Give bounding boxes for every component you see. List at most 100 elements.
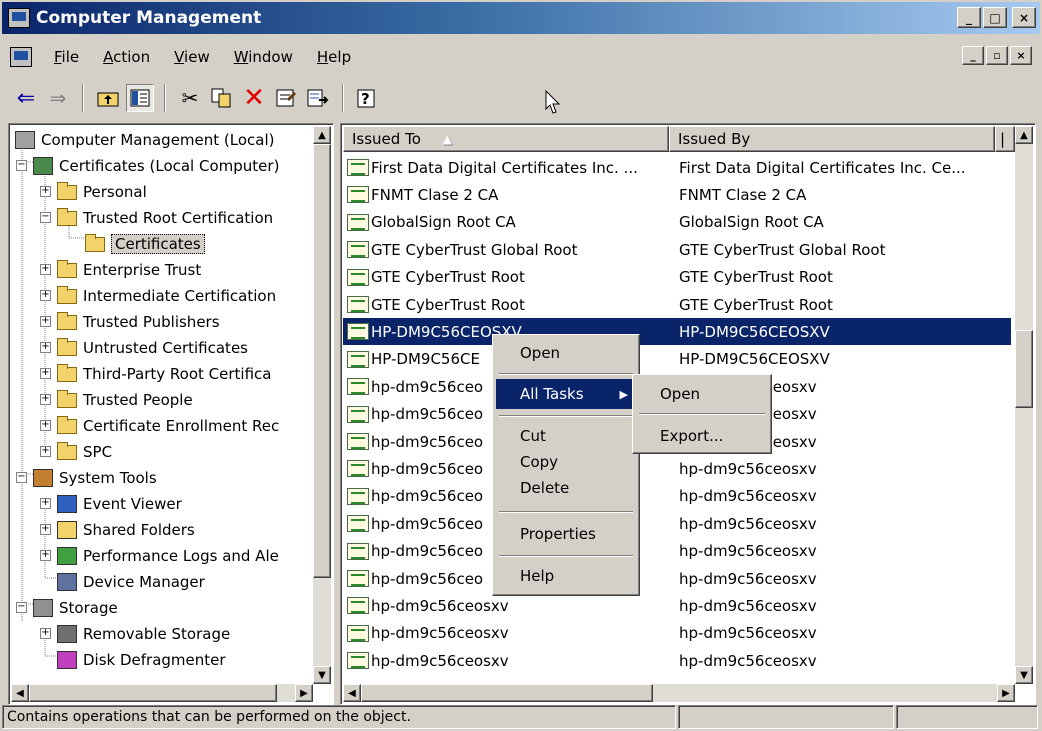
column-header-issued-by[interactable]: Issued By [669,126,995,152]
table-row[interactable]: HP-DM9C56CEOSXV HP-DM9C56CEOSXV [343,318,1011,346]
console-tree[interactable]: Computer Management (Local) − Certificates… [8,123,334,705]
tree-vertical-scrollbar[interactable]: ▲ ▼ [313,126,331,684]
console-icon[interactable] [10,47,32,67]
menu-view[interactable]: View [162,48,222,66]
menu-action[interactable]: Action [91,48,162,66]
table-row[interactable]: hp-dm9c56ceohp-dm9c56ceosxv [343,565,1011,592]
table-row[interactable]: GTE CyberTrust Root GTE CyberTrust Root [343,264,1011,291]
list-scroll-thumb[interactable] [1015,330,1033,408]
menu-window[interactable]: Window [222,48,305,66]
menu-file[interactable]: File [42,48,91,66]
tree-expander-icon[interactable]: + [40,498,51,509]
tree-node[interactable]: Untrusted Certificates [57,336,248,360]
tree-node[interactable]: Event Viewer [57,492,182,516]
title-bar[interactable]: Computer Management _ □ × [2,2,1040,34]
tree-node[interactable]: Personal [57,180,147,204]
tree-expander-icon[interactable]: − [16,602,27,613]
tree-expander-icon[interactable]: + [40,316,51,327]
menu-open[interactable]: Open [496,338,636,368]
forward-icon[interactable]: ⇒ [44,84,72,112]
delete-icon[interactable]: ✕ [240,83,268,113]
table-row[interactable]: First Data Digital Certificates Inc. ...… [343,154,1011,181]
tree-node[interactable]: Shared Folders [57,518,195,542]
table-row[interactable]: GTE CyberTrust Global Root GTE CyberTrust… [343,236,1011,263]
tree-node[interactable]: Removable Storage [57,622,230,646]
scroll-up-arrow-icon[interactable]: ▲ [313,126,331,144]
menu-cut[interactable]: Cut [496,423,636,449]
tree-expander-icon[interactable]: + [40,628,51,639]
table-row[interactable]: hp-dm9c56ceosxv hp-dm9c56ceosxv [343,592,1011,619]
table-row[interactable]: HP-DM9C56CE HP-DM9C56CEOSXV [343,346,1011,373]
tree-expander-icon[interactable]: − [16,160,27,171]
tree-node[interactable]: Disk Defragmenter [57,648,226,672]
menu-all-tasks[interactable]: All Tasks ▶ [496,379,636,409]
tree-horizontal-scrollbar[interactable]: ◀ ▶ [11,684,313,702]
list-horizontal-scrollbar[interactable]: ◀ ▶ [343,684,1015,702]
tree-node[interactable]: Computer Management (Local) [15,128,275,152]
tree-node[interactable]: Enterprise Trust [57,258,201,282]
cut-icon[interactable]: ✂ [176,84,204,112]
tree-expander-icon[interactable]: + [40,420,51,431]
help-icon[interactable]: ? [354,84,382,112]
tree-node[interactable]: Intermediate Certification [57,284,276,308]
properties-icon[interactable] [272,84,300,112]
list-hscroll-thumb[interactable] [361,684,653,702]
tree-expander-icon[interactable]: − [40,212,51,223]
tree-node[interactable]: Certificates [85,232,205,256]
table-row[interactable]: hp-dm9c56ceohp-dm9c56ceosxv [343,483,1011,510]
menu-help[interactable]: Help [496,561,636,591]
tree-node[interactable]: Certificates (Local Computer) [33,154,279,178]
child-minimize-button[interactable]: _ [962,46,984,65]
child-close-button[interactable]: × [1010,46,1032,65]
table-row[interactable]: hp-dm9c56ceohp-dm9c56ceosxv [343,538,1011,565]
tree-expander-icon[interactable]: + [40,368,51,379]
child-restore-button[interactable]: ▫ [986,46,1008,65]
table-row[interactable]: hp-dm9c56ceosxv hp-dm9c56ceosxv [343,647,1011,674]
scroll-right-arrow-icon[interactable]: ▶ [295,684,313,702]
computer-management-icon[interactable] [8,8,30,28]
tree-expander-icon[interactable]: + [40,524,51,535]
list-scroll-down-arrow-icon[interactable]: ▼ [1015,666,1033,684]
tree-expander-icon[interactable]: + [40,394,51,405]
list-scroll-up-arrow-icon[interactable]: ▲ [1015,126,1033,144]
tree-hscroll-thumb[interactable] [29,684,277,702]
tree-node[interactable]: Storage [33,596,118,620]
tree-expander-icon[interactable]: + [40,186,51,197]
table-row[interactable]: hp-dm9c56ceosxv hp-dm9c56ceosxv [343,620,1011,647]
column-header-more[interactable]: | [995,126,1015,152]
scroll-left-arrow-icon[interactable]: ◀ [11,684,29,702]
tree-expander-icon[interactable]: + [40,264,51,275]
show-hide-tree-icon[interactable] [126,84,154,112]
tree-expander-icon[interactable]: + [40,446,51,457]
tree-expander-icon[interactable]: + [40,290,51,301]
scroll-down-arrow-icon[interactable]: ▼ [313,666,331,684]
up-folder-icon[interactable] [94,84,122,112]
list-vertical-scrollbar[interactable]: ▲ ▼ [1015,126,1033,684]
tree-node[interactable]: SPC [57,440,112,464]
table-row[interactable]: GTE CyberTrust Root GTE CyberTrust Root [343,291,1011,318]
minimize-button[interactable]: _ [957,7,981,28]
menu-copy[interactable]: Copy [496,449,636,475]
tree-node[interactable]: Third-Party Root Certifica [57,362,272,386]
maximize-button[interactable]: □ [983,7,1007,28]
tree-node[interactable]: Trusted Publishers [57,310,220,334]
tree-node[interactable]: Trusted People [57,388,193,412]
table-row[interactable]: FNMT Clase 2 CA FNMT Clase 2 CA [343,181,1011,208]
table-row[interactable]: hp-dm9c56ceohp-dm9c56ceosxv [343,510,1011,537]
tree-node[interactable]: Performance Logs and Ale [57,544,279,568]
tree-scroll-thumb[interactable] [313,144,331,578]
menu-delete[interactable]: Delete [496,475,636,501]
submenu-open[interactable]: Open [636,379,768,409]
list-scroll-left-arrow-icon[interactable]: ◀ [343,684,361,702]
close-button[interactable]: × [1012,7,1036,28]
tree-node[interactable]: Trusted Root Certification [57,206,273,230]
table-row[interactable]: hp-dm9c56ceohp-dm9c56ceosxv [343,455,1011,482]
menu-help[interactable]: Help [305,48,363,66]
tree-node[interactable]: Certificate Enrollment Rec [57,414,279,438]
tree-node[interactable]: Device Manager [57,570,205,594]
menu-properties[interactable]: Properties [496,519,636,549]
table-row[interactable]: GlobalSign Root CA GlobalSign Root CA [343,209,1011,236]
tree-expander-icon[interactable]: + [40,550,51,561]
copy-icon[interactable] [208,84,236,112]
submenu-export[interactable]: Export... [636,421,768,451]
